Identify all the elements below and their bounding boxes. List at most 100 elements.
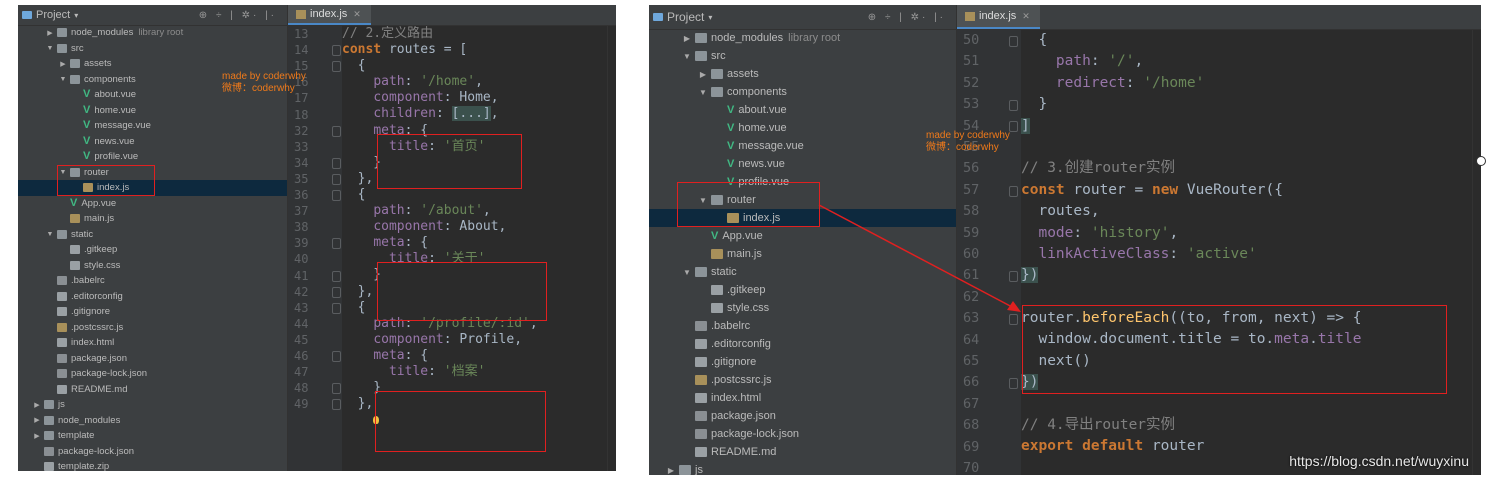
project-label[interactable]: Project bbox=[36, 9, 70, 21]
tree-item[interactable]: ▼ static bbox=[649, 263, 956, 281]
collapse-arrow-icon[interactable]: ▶ bbox=[32, 416, 42, 424]
tree-item[interactable]: main.js bbox=[649, 245, 956, 263]
fold-marker-icon[interactable] bbox=[332, 45, 341, 57]
expand-arrow-icon[interactable]: ▼ bbox=[45, 45, 55, 52]
fold-marker-icon[interactable] bbox=[332, 399, 341, 411]
expand-arrow-icon[interactable]: ▼ bbox=[697, 88, 709, 97]
fold-marker-icon[interactable] bbox=[1009, 271, 1018, 283]
project-header[interactable]: Project ▾ ⊕ ÷ | ✲· |· bbox=[649, 5, 956, 30]
tree-item[interactable]: V App.vue bbox=[18, 196, 287, 212]
expand-arrow-icon[interactable]: ▼ bbox=[45, 231, 55, 238]
fold-marker-icon[interactable] bbox=[332, 125, 341, 137]
fold-marker-icon[interactable] bbox=[1009, 313, 1018, 325]
tree-item[interactable]: .editorconfig bbox=[649, 335, 956, 353]
fold-marker-icon[interactable] bbox=[332, 383, 341, 395]
expand-arrow-icon[interactable]: ▼ bbox=[58, 76, 68, 83]
tree-item[interactable]: main.js bbox=[18, 211, 287, 227]
fold-marker-icon[interactable] bbox=[332, 157, 341, 169]
tree-item[interactable]: .editorconfig bbox=[18, 289, 287, 305]
project-header[interactable]: Project ▾ ⊕ ÷ | ✲· |· bbox=[18, 5, 287, 26]
collapse-arrow-icon[interactable]: ▶ bbox=[665, 466, 677, 475]
fold-marker-icon[interactable] bbox=[332, 302, 341, 314]
tree-item[interactable]: Vhome.vue bbox=[649, 119, 956, 137]
tree-item[interactable]: Vmessage.vue bbox=[649, 137, 956, 155]
tree-item[interactable]: ▼ src bbox=[649, 47, 956, 65]
collapse-arrow-icon[interactable]: ▶ bbox=[697, 70, 709, 79]
tree-item[interactable]: index.html bbox=[18, 335, 287, 351]
tree-item[interactable]: package.json bbox=[649, 407, 956, 425]
tree-item[interactable]: package.json bbox=[18, 351, 287, 367]
tree-toolbar-icons[interactable]: ⊕ ÷ | ✲· |· bbox=[868, 12, 946, 23]
close-icon[interactable]: ✕ bbox=[1022, 11, 1030, 22]
tab-index-js[interactable]: index.js ✕ bbox=[957, 5, 1040, 29]
collapse-arrow-icon[interactable]: ▶ bbox=[32, 401, 42, 409]
fold-marker-icon[interactable] bbox=[332, 190, 341, 202]
project-label[interactable]: Project bbox=[667, 10, 704, 24]
tree-item[interactable]: ▶ template bbox=[18, 428, 287, 444]
tree-item[interactable]: .babelrc bbox=[649, 317, 956, 335]
tree-item[interactable]: index.html bbox=[649, 389, 956, 407]
tree-item[interactable]: Vabout.vue bbox=[649, 101, 956, 119]
collapse-arrow-icon[interactable]: ▶ bbox=[58, 60, 68, 68]
tree-item[interactable]: ▶ js bbox=[649, 461, 956, 475]
tree-item-label: package-lock.json bbox=[71, 368, 148, 380]
collapse-arrow-icon[interactable]: ▶ bbox=[681, 34, 693, 43]
collapse-arrow-icon[interactable]: ▶ bbox=[45, 29, 55, 37]
tree-item[interactable]: Vhome.vue bbox=[18, 103, 287, 119]
dropdown-icon[interactable]: ▾ bbox=[74, 11, 78, 20]
fold-marker-icon[interactable] bbox=[1009, 35, 1018, 47]
resize-handle-icon[interactable] bbox=[1476, 156, 1486, 166]
tree-item[interactable]: Vnews.vue bbox=[18, 134, 287, 150]
fold-marker-icon[interactable] bbox=[1009, 185, 1018, 197]
tree-item[interactable]: Vmessage.vue bbox=[18, 118, 287, 134]
tree-item[interactable]: README.md bbox=[18, 382, 287, 398]
tree-item[interactable]: .postcssrc.js bbox=[18, 320, 287, 336]
fold-marker-icon[interactable] bbox=[332, 270, 341, 282]
expand-arrow-icon[interactable]: ▼ bbox=[681, 52, 693, 61]
code-line: }) bbox=[1021, 267, 1039, 284]
tree-item[interactable]: Vprofile.vue bbox=[18, 149, 287, 165]
tree-item[interactable]: ▶ node_modules library root bbox=[18, 25, 287, 41]
tree-item[interactable]: ▶ node_modules library root bbox=[649, 29, 956, 47]
tab-index-js[interactable]: index.js ✕ bbox=[288, 5, 371, 25]
dropdown-icon[interactable]: ▾ bbox=[708, 13, 712, 22]
tree-item[interactable]: style.css bbox=[649, 299, 956, 317]
tree-item[interactable]: package-lock.json bbox=[18, 444, 287, 460]
tree-item[interactable]: .babelrc bbox=[18, 273, 287, 289]
tree-item[interactable]: ▼ static bbox=[18, 227, 287, 243]
fold-marker-icon[interactable] bbox=[1009, 121, 1018, 133]
tree-item[interactable]: style.css bbox=[18, 258, 287, 274]
tree-item[interactable]: ▼ components bbox=[649, 83, 956, 101]
tree-item[interactable]: V App.vue bbox=[649, 227, 956, 245]
fold-marker-icon[interactable] bbox=[1009, 378, 1018, 390]
code-area[interactable]: { path: '/', redirect: '/home' }] // 3.创建… bbox=[1021, 30, 1481, 475]
scrollbar[interactable] bbox=[1472, 30, 1481, 475]
tree-item[interactable]: Vnews.vue bbox=[649, 155, 956, 173]
collapse-arrow-icon[interactable]: ▶ bbox=[32, 432, 42, 440]
tree-item[interactable]: .gitignore bbox=[18, 304, 287, 320]
fold-marker-icon[interactable] bbox=[332, 61, 341, 73]
expand-arrow-icon[interactable]: ▼ bbox=[681, 268, 693, 277]
close-icon[interactable]: ✕ bbox=[353, 9, 361, 20]
tree-item[interactable]: ▶ assets bbox=[649, 65, 956, 83]
tree-item[interactable]: package-lock.json bbox=[649, 425, 956, 443]
tree-item[interactable]: ▶ assets bbox=[18, 56, 287, 72]
tree-item[interactable]: package-lock.json bbox=[18, 366, 287, 382]
code-editor[interactable]: 50 51 52 53 54 55 56 57 58 59 60 61 62 63 64 65 66 67 68 69… bbox=[957, 30, 1481, 475]
fold-marker-icon[interactable] bbox=[332, 173, 341, 185]
scrollbar[interactable] bbox=[607, 26, 616, 471]
fold-marker-icon[interactable] bbox=[1009, 99, 1018, 111]
tree-toolbar-icons[interactable]: ⊕ ÷ | ✲· |· bbox=[199, 10, 277, 21]
tree-item[interactable]: ▼ src bbox=[18, 41, 287, 57]
tree-item[interactable]: template.zip bbox=[18, 459, 287, 471]
tree-item[interactable]: .gitignore bbox=[649, 353, 956, 371]
tree-item[interactable]: .gitkeep bbox=[18, 242, 287, 258]
tree-item[interactable]: .postcssrc.js bbox=[649, 371, 956, 389]
tree-item[interactable]: ▶ js bbox=[18, 397, 287, 413]
fold-marker-icon[interactable] bbox=[332, 286, 341, 298]
tree-item[interactable]: ▶ node_modules bbox=[18, 413, 287, 429]
tree-item[interactable]: README.md bbox=[649, 443, 956, 461]
fold-marker-icon[interactable] bbox=[332, 351, 341, 363]
tree-item[interactable]: .gitkeep bbox=[649, 281, 956, 299]
fold-marker-icon[interactable] bbox=[332, 238, 341, 250]
